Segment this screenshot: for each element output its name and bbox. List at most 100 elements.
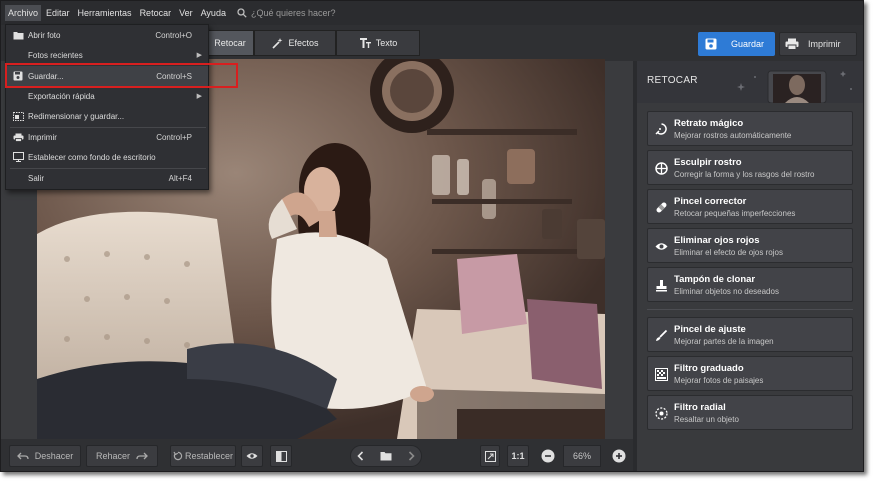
- print-button-label: Imprimir: [808, 39, 841, 49]
- menu-archivo[interactable]: Archivo: [5, 5, 42, 21]
- preview-button[interactable]: [241, 445, 263, 467]
- menu-item-label: Abrir foto: [28, 30, 61, 40]
- monitor-icon: [11, 152, 25, 162]
- tool-title: Retrato mágico: [674, 118, 744, 129]
- menubar: Archivo Editar Herramientas Retocar Ver …: [1, 1, 863, 25]
- resize-icon: [11, 111, 25, 121]
- tool-pincel-corrector[interactable]: Pincel corrector Retocar pequeñas imperf…: [647, 189, 853, 224]
- submenu-arrow-icon: ▶: [196, 52, 202, 59]
- undo-button[interactable]: Deshacer: [9, 445, 81, 467]
- tool-retrato-magico[interactable]: Retrato mágico Mejorar rostros automátic…: [647, 111, 853, 146]
- panel-title: RETOCAR: [647, 75, 698, 86]
- menu-item-abrir-foto[interactable]: Abrir foto Control+O: [6, 25, 208, 45]
- menu-retocar[interactable]: Retocar: [137, 5, 175, 21]
- compare-icon: [275, 450, 287, 462]
- menu-item-label: Exportación rápida: [28, 91, 95, 101]
- tool-desc: Resaltar un objeto: [674, 415, 739, 424]
- submenu-arrow-icon: ▶: [196, 93, 202, 100]
- face-sculpt-icon: [654, 161, 668, 175]
- tool-filtro-radial[interactable]: Filtro radial Resaltar un objeto: [647, 395, 853, 430]
- tool-desc: Mejorar fotos de paisajes: [674, 376, 764, 385]
- tab-texto-label: Texto: [375, 38, 398, 48]
- menu-item-fotos-recientes[interactable]: Fotos recientes ▶: [6, 45, 208, 65]
- tool-eliminar-ojos-rojos[interactable]: Eliminar ojos rojos Eliminar el efecto d…: [647, 228, 853, 263]
- menu-item-label: Salir: [28, 173, 45, 183]
- tab-efectos[interactable]: Efectos: [254, 30, 336, 56]
- menu-item-label: Fotos recientes: [28, 50, 83, 60]
- retouch-panel: RETOCAR Retrato mágico Mejorar rostros a…: [633, 61, 863, 471]
- header-portrait-decoration: [737, 70, 852, 103]
- magic-wand-icon: [272, 37, 283, 49]
- tool-pincel-de-ajuste[interactable]: Pincel de ajuste Mejorar partes de la im…: [647, 317, 853, 352]
- save-button[interactable]: Guardar: [698, 32, 775, 56]
- tool-title: Tampón de clonar: [674, 274, 756, 285]
- radial-icon: [654, 406, 668, 420]
- file-navigator: [350, 445, 422, 467]
- panel-header: RETOCAR: [637, 61, 863, 103]
- compare-button[interactable]: [270, 445, 292, 467]
- tool-desc: Eliminar el efecto de ojos rojos: [674, 248, 783, 257]
- brush-icon: [654, 328, 668, 342]
- reset-button[interactable]: Restablecer: [170, 445, 236, 467]
- menu-item-label: Imprimir: [28, 132, 57, 142]
- zoom-in-button[interactable]: [610, 447, 628, 465]
- panel-divider: [647, 309, 853, 310]
- menu-item-shortcut: Control+P: [156, 132, 192, 142]
- file-menu-dropdown: Abrir foto Control+O Fotos recientes ▶ G…: [5, 24, 209, 190]
- menu-ayuda[interactable]: Ayuda: [198, 5, 229, 21]
- actual-size-button[interactable]: 1:1: [507, 445, 529, 467]
- tab-retocar[interactable]: Retocar: [206, 30, 254, 56]
- tool-title: Esculpir rostro: [674, 157, 742, 168]
- redo-button[interactable]: Rehacer: [86, 445, 158, 467]
- zoom-in-icon: [612, 449, 626, 463]
- tab-texto[interactable]: Texto: [336, 30, 420, 56]
- tool-esculpir-rostro[interactable]: Esculpir rostro Corregir la forma y los …: [647, 150, 853, 185]
- menu-item-imprimir[interactable]: Imprimir Control+P: [6, 127, 208, 147]
- menu-item-label: Establecer como fondo de escritorio: [28, 152, 156, 162]
- print-button[interactable]: Imprimir: [779, 32, 857, 56]
- search-placeholder: ¿Qué quieres hacer?: [250, 8, 336, 18]
- eye-icon: [654, 239, 668, 253]
- tool-desc: Mejorar rostros automáticamente: [674, 131, 792, 140]
- tool-title: Pincel de ajuste: [674, 324, 746, 335]
- command-search[interactable]: ¿Qué quieres hacer?: [237, 8, 336, 18]
- zoom-level[interactable]: 66%: [563, 445, 601, 467]
- menu-ver[interactable]: Ver: [176, 5, 196, 21]
- tool-desc: Mejorar partes de la imagen: [674, 337, 774, 346]
- menu-item-fondo-escritorio[interactable]: Establecer como fondo de escritorio: [6, 147, 208, 167]
- reset-icon: [173, 451, 183, 461]
- menu-item-exportacion-rapida[interactable]: Exportación rápida ▶: [6, 86, 208, 106]
- zoom-out-button[interactable]: [539, 447, 557, 465]
- bottom-toolbar: Deshacer Rehacer Restablecer 1:1 66%: [1, 439, 633, 471]
- menu-item-redimensionar[interactable]: Redimensionar y guardar...: [6, 106, 208, 126]
- redo-label: Rehacer: [95, 451, 131, 461]
- tool-filtro-graduado[interactable]: Filtro graduado Mejorar fotos de paisaje…: [647, 356, 853, 391]
- chevron-right-icon[interactable]: [408, 451, 415, 461]
- tool-title: Pincel corrector: [674, 196, 747, 207]
- chevron-left-icon[interactable]: [357, 451, 364, 461]
- reset-label: Restablecer: [184, 451, 234, 461]
- magic-face-icon: [654, 122, 668, 136]
- printer-icon: [785, 38, 799, 50]
- tool-tampon-de-clonar[interactable]: Tampón de clonar Eliminar objetos no des…: [647, 267, 853, 302]
- tool-desc: Retocar pequeñas imperfecciones: [674, 209, 796, 218]
- eye-icon: [246, 453, 258, 459]
- gradient-icon: [654, 367, 668, 381]
- tool-desc: Corregir la forma y los rasgos del rostr…: [674, 170, 815, 179]
- tool-desc: Eliminar objetos no deseados: [674, 287, 779, 296]
- menu-editar[interactable]: Editar: [43, 5, 73, 21]
- menu-herramientas[interactable]: Herramientas: [75, 5, 135, 21]
- tool-title: Filtro graduado: [674, 363, 744, 374]
- fit-screen-icon: [484, 450, 496, 462]
- tab-efectos-label: Efectos: [288, 38, 319, 48]
- fit-screen-button[interactable]: [480, 445, 500, 467]
- menu-item-shortcut: Alt+F4: [168, 173, 192, 183]
- search-icon: [237, 8, 247, 18]
- bandage-icon: [654, 200, 668, 214]
- tool-title: Filtro radial: [674, 402, 726, 413]
- menu-item-salir[interactable]: Salir Alt+F4: [6, 168, 208, 188]
- tab-retocar-label: Retocar: [214, 38, 246, 48]
- printer-icon: [11, 133, 25, 142]
- app-window: Archivo Editar Herramientas Retocar Ver …: [0, 0, 864, 472]
- folder-icon[interactable]: [380, 451, 392, 461]
